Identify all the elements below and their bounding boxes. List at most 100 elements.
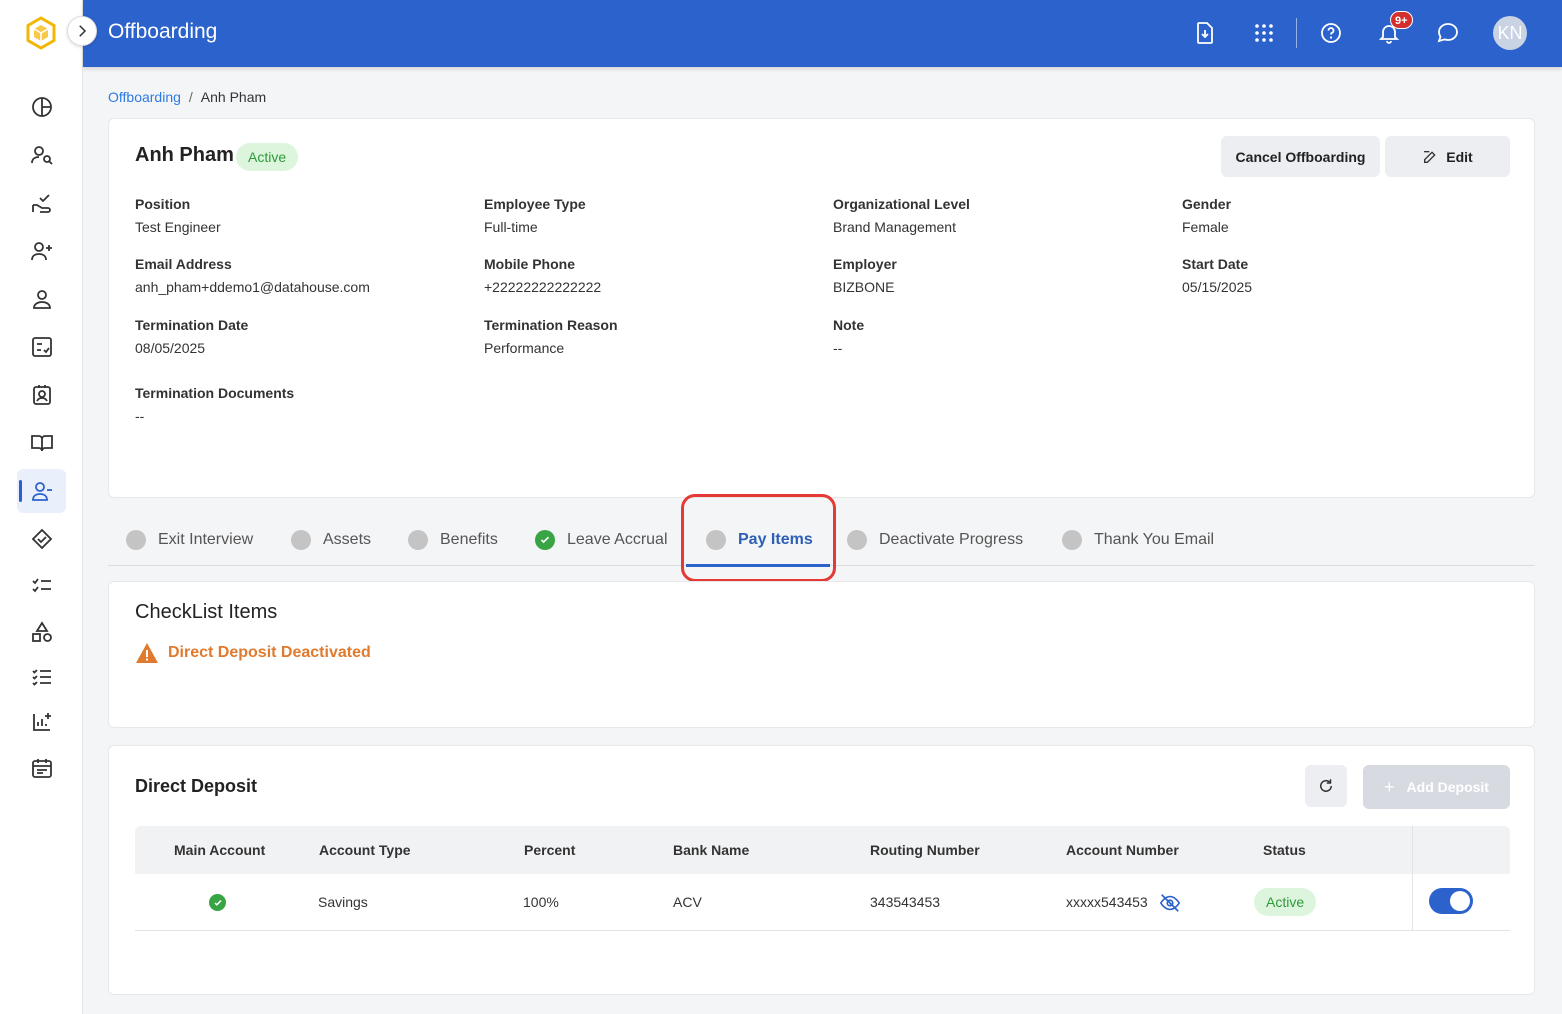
nav-benefits[interactable] — [17, 517, 66, 561]
nav-analytics[interactable] — [17, 700, 66, 744]
column-header[interactable]: Account Type — [319, 842, 411, 858]
pending-status-icon — [847, 530, 867, 550]
field-value: Performance — [484, 340, 565, 356]
tab-label: Thank You Email — [1094, 531, 1215, 548]
field-employer: Employer BIZBONE — [833, 256, 897, 295]
calendar-icon — [31, 759, 52, 778]
nav-calendar[interactable] — [17, 746, 66, 790]
edit-button[interactable]: Edit — [1385, 136, 1510, 177]
chart-add-icon — [32, 713, 51, 731]
tab-deactivate-progress[interactable]: Deactivate Progress — [847, 515, 1023, 565]
chat-button[interactable] — [1434, 19, 1462, 47]
field-value: anh_pham+ddemo1@datahouse.com — [135, 279, 370, 295]
checklist-title: CheckList Items — [135, 601, 278, 623]
nav-contacts[interactable] — [17, 373, 66, 417]
field-value: 05/15/2025 — [1182, 279, 1253, 295]
field-value: Brand Management — [833, 219, 956, 235]
numbered-list-icon — [31, 669, 51, 686]
add-deposit-button[interactable]: + Add Deposit — [1363, 765, 1510, 809]
tab-assets[interactable]: Assets — [291, 515, 371, 565]
nav-handbook[interactable] — [17, 421, 66, 465]
table-row: Savings 100% ACV 343543453 xxxxx543453 A… — [135, 874, 1510, 931]
deposit-table-header: Main Account Account Type Percent Bank N… — [135, 826, 1510, 874]
field-label: Email Address — [135, 256, 232, 272]
field-termination-date: Termination Date 08/05/2025 — [135, 317, 248, 356]
user-search-icon — [30, 146, 53, 165]
field-employee-type: Employee Type Full-time — [484, 196, 586, 235]
breadcrumb-current: Anh Pham — [200, 89, 267, 105]
eye-off-icon[interactable] — [1159, 892, 1181, 914]
download-doc-button[interactable] — [1191, 19, 1219, 47]
nav-tasks[interactable] — [17, 563, 66, 607]
deposit-active-toggle[interactable] — [1429, 888, 1473, 914]
tab-exit-interview[interactable]: Exit Interview — [126, 515, 253, 565]
column-header[interactable]: Routing Number — [870, 842, 980, 858]
column-header[interactable]: Percent — [524, 842, 575, 858]
column-header[interactable]: Main Account — [174, 842, 265, 858]
actions-column — [1412, 826, 1510, 931]
field-gender: Gender Female — [1182, 196, 1231, 235]
cancel-offboarding-button[interactable]: Cancel Offboarding — [1221, 136, 1380, 177]
nav-checklist[interactable] — [17, 325, 66, 369]
checklist-board-icon — [31, 337, 52, 357]
sidebar — [0, 0, 83, 1014]
field-label: Organizational Level — [833, 196, 970, 212]
user-minus-icon — [31, 482, 52, 501]
breadcrumb-separator: / — [188, 89, 193, 105]
nav-offboarding[interactable] — [17, 469, 66, 513]
column-header[interactable]: Status — [1263, 842, 1306, 858]
user-plus-icon — [30, 242, 52, 261]
apps-grid-icon — [1255, 24, 1273, 42]
refresh-button[interactable] — [1305, 765, 1347, 807]
plus-icon: + — [1384, 776, 1395, 797]
tab-label: Deactivate Progress — [879, 531, 1024, 548]
checklist-card: CheckList Items Direct Deposit Deactivat… — [108, 581, 1535, 728]
field-value: -- — [135, 408, 145, 424]
field-note: Note -- — [833, 317, 864, 356]
refresh-icon — [1320, 779, 1332, 792]
page-title: Offboarding — [108, 20, 218, 43]
nav-recruiting[interactable] — [17, 133, 66, 177]
nav-assets[interactable] — [17, 610, 66, 654]
field-value: Female — [1182, 219, 1229, 235]
field-label: Employer — [833, 256, 897, 272]
nav-employees[interactable] — [17, 277, 66, 321]
field-value: Full-time — [484, 219, 538, 235]
edit-pencil-icon — [1424, 150, 1436, 163]
chevron-right-icon — [79, 25, 87, 37]
tab-label: Benefits — [440, 531, 498, 548]
checklist-warning-text: Direct Deposit Deactivated — [168, 644, 371, 661]
field-label: Termination Documents — [135, 385, 295, 401]
tab-label: Assets — [323, 531, 372, 548]
document-download-icon — [1197, 22, 1213, 44]
sidebar-expand-button[interactable] — [67, 16, 97, 46]
field-value: -- — [833, 340, 843, 356]
field-label: Gender — [1182, 196, 1232, 212]
field-label: Note — [833, 317, 865, 333]
pending-status-icon — [291, 530, 311, 550]
field-termination-reason: Termination Reason Performance — [484, 317, 618, 356]
tab-leave-accrual[interactable]: Leave Accrual — [535, 515, 668, 565]
pie-chart-icon — [31, 97, 52, 117]
help-circle-icon — [1321, 23, 1341, 43]
nav-onboarding[interactable] — [17, 229, 66, 273]
user-avatar[interactable]: KN — [1493, 16, 1527, 50]
field-label: Position — [135, 196, 191, 212]
help-button[interactable] — [1317, 19, 1345, 47]
nav-reports[interactable] — [17, 655, 66, 699]
apps-menu-button[interactable] — [1250, 19, 1278, 47]
field-label: Employee Type — [484, 196, 586, 212]
field-email: Email Address anh_pham+ddemo1@datahouse.… — [135, 256, 370, 295]
nav-approvals[interactable] — [17, 181, 66, 225]
breadcrumb-offboarding-link[interactable]: Offboarding — [108, 89, 181, 105]
column-header[interactable]: Bank Name — [673, 842, 749, 858]
app-logo-icon[interactable] — [24, 16, 58, 50]
book-open-icon — [30, 435, 53, 452]
chat-bubble-icon — [1437, 23, 1458, 43]
column-header[interactable]: Account Number — [1066, 842, 1179, 858]
tab-thank-you-email[interactable]: Thank You Email — [1062, 515, 1214, 565]
field-termination-documents: Termination Documents -- — [135, 385, 294, 424]
field-value: +22222222222222 — [484, 279, 602, 295]
nav-dashboard[interactable] — [17, 85, 66, 129]
tab-benefits[interactable]: Benefits — [408, 515, 498, 565]
